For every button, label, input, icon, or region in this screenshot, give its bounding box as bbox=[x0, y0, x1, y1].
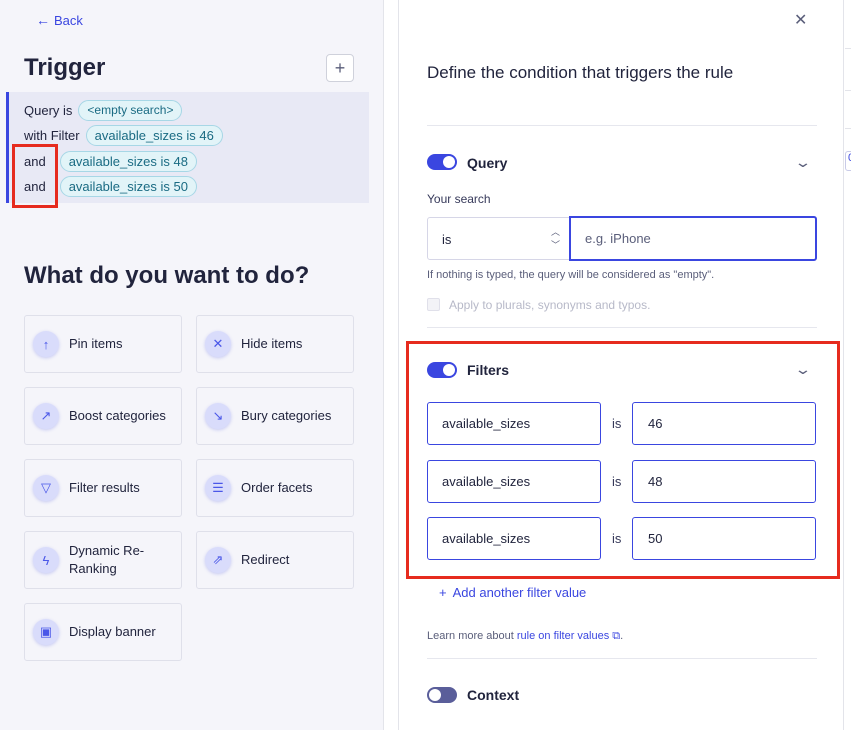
background-fragment: 0 bbox=[845, 151, 851, 171]
action-label: Boost categories bbox=[69, 408, 166, 423]
action-label: Pin items bbox=[69, 336, 123, 351]
filter-chip: available_sizes is 46 bbox=[85, 125, 223, 146]
query-operator-select[interactable]: is ︿ ﹀ bbox=[427, 217, 571, 260]
action-label: Order facets bbox=[241, 480, 313, 495]
add-filter-label: Add another filter value bbox=[452, 585, 587, 600]
external-link-icon[interactable]: ⧉ bbox=[609, 630, 620, 642]
chevron-down-icon[interactable]: ⌄ bbox=[794, 154, 812, 171]
trending-down-icon: ↘ bbox=[205, 403, 231, 429]
trending-up-icon: ↗ bbox=[33, 403, 59, 429]
redirect-button[interactable]: ⇗ Redirect bbox=[196, 531, 354, 589]
external-link-icon: ⇗ bbox=[205, 547, 231, 573]
query-search-input[interactable] bbox=[569, 216, 817, 261]
learn-more-text: Learn more about rule on filter values ⧉… bbox=[427, 630, 623, 643]
close-icon[interactable]: ✕ bbox=[794, 10, 807, 30]
action-label: Hide items bbox=[241, 336, 303, 351]
context-section-title: Context bbox=[467, 687, 520, 703]
plus-icon: + bbox=[334, 57, 346, 78]
divider bbox=[427, 125, 817, 126]
actions-title: What do you want to do? bbox=[24, 262, 310, 289]
action-label: Dynamic Re-Ranking bbox=[69, 543, 145, 576]
left-panel: ← Back Trigger + Query is <empty search>… bbox=[0, 0, 384, 730]
your-search-label: Your search bbox=[427, 192, 491, 206]
divider bbox=[427, 327, 817, 328]
summary-filter-prefix: with Filter bbox=[24, 128, 80, 143]
filter-icon: ▽ bbox=[33, 475, 59, 501]
add-trigger-button[interactable]: + bbox=[326, 54, 354, 82]
query-operator-value: is bbox=[442, 232, 452, 247]
action-label: Redirect bbox=[241, 552, 290, 567]
summary-query-prefix: Query is bbox=[24, 103, 73, 118]
filter-values-link[interactable]: rule on filter values bbox=[517, 630, 609, 642]
query-section-title: Query bbox=[467, 155, 508, 171]
add-filter-value-button[interactable]: + Add another filter value bbox=[439, 585, 586, 600]
action-label: Display banner bbox=[69, 624, 156, 639]
background-page-sliver: 0 bbox=[845, 0, 851, 730]
lightning-icon: ϟ bbox=[33, 547, 59, 573]
filter-chip: available_sizes is 48 bbox=[59, 151, 197, 172]
apply-plurals-checkbox[interactable] bbox=[427, 298, 440, 311]
context-toggle[interactable] bbox=[427, 687, 457, 703]
action-label: Filter results bbox=[69, 480, 140, 495]
learn-suffix: . bbox=[620, 630, 624, 642]
hide-items-button[interactable]: ✕ Hide items bbox=[196, 315, 354, 373]
highlight-box bbox=[406, 341, 840, 579]
condition-panel: ✕ Define the condition that triggers the… bbox=[398, 0, 844, 730]
back-link[interactable]: ← Back bbox=[36, 12, 83, 28]
arrow-up-icon: ↑ bbox=[33, 331, 59, 357]
apply-plurals-label: Apply to plurals, synonyms and typos. bbox=[449, 298, 651, 312]
plus-icon: + bbox=[439, 585, 447, 600]
trigger-summary: Query is <empty search> with Filter avai… bbox=[6, 92, 369, 203]
arrow-left-icon: ← bbox=[36, 12, 50, 28]
query-hint: If nothing is typed, the query will be c… bbox=[427, 269, 715, 281]
query-chip: <empty search> bbox=[78, 100, 183, 121]
boost-categories-button[interactable]: ↗ Boost categories bbox=[24, 387, 182, 445]
select-arrows-icon: ︿ ﹀ bbox=[550, 227, 560, 250]
filter-chip: available_sizes is 50 bbox=[59, 176, 197, 197]
list-icon: ☰ bbox=[205, 475, 231, 501]
summary-query-line: Query is <empty search> bbox=[24, 100, 183, 121]
image-icon: ▣ bbox=[33, 619, 59, 645]
divider bbox=[427, 658, 817, 659]
action-label: Bury categories bbox=[241, 408, 332, 423]
bury-categories-button[interactable]: ↘ Bury categories bbox=[196, 387, 354, 445]
display-banner-button[interactable]: ▣ Display banner bbox=[24, 603, 182, 661]
x-icon: ✕ bbox=[205, 331, 231, 357]
query-toggle[interactable] bbox=[427, 154, 457, 170]
order-facets-button[interactable]: ☰ Order facets bbox=[196, 459, 354, 517]
pin-items-button[interactable]: ↑ Pin items bbox=[24, 315, 182, 373]
back-label: Back bbox=[54, 12, 83, 28]
highlight-box bbox=[12, 144, 58, 208]
learn-prefix: Learn more about bbox=[427, 630, 517, 642]
condition-heading: Define the condition that triggers the r… bbox=[427, 63, 734, 82]
filter-results-button[interactable]: ▽ Filter results bbox=[24, 459, 182, 517]
summary-filter-line: with Filter available_sizes is 46 bbox=[24, 125, 223, 146]
trigger-title: Trigger bbox=[24, 54, 106, 81]
dynamic-reranking-button[interactable]: ϟ Dynamic Re-Ranking bbox=[24, 531, 182, 589]
